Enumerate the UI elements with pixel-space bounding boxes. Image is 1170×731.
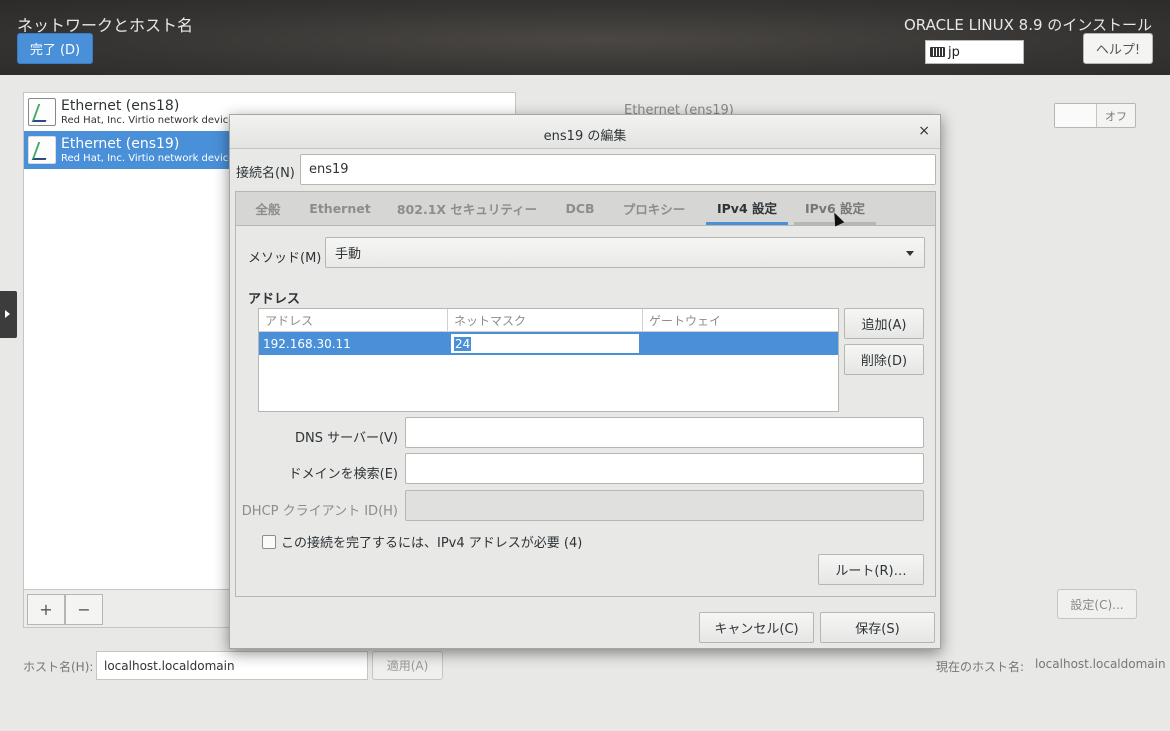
search-domains-input[interactable]: [405, 453, 924, 484]
method-dropdown[interactable]: 手動: [325, 237, 925, 268]
keyboard-layout-label: jp: [948, 44, 960, 60]
device-description: Red Hat, Inc. Virtio network device: [61, 114, 235, 126]
help-button[interactable]: ヘルプ!: [1083, 33, 1153, 64]
keyboard-icon: [930, 47, 945, 57]
column-header-gateway[interactable]: ゲートウェイ: [643, 309, 838, 331]
method-label: メソッド(M): [248, 251, 322, 266]
method-value: 手動: [335, 247, 362, 262]
toggle-knob: [1055, 104, 1097, 127]
header-bar: ネットワークとホスト名 完了 (D) ORACLE LINUX 8.9 のインス…: [0, 0, 1170, 75]
edit-connection-dialog: ens19 の編集 × 接続名(N) ens19 全般 Ethernet 802…: [229, 114, 941, 649]
tab-8021x-security[interactable]: 802.1X セキュリティー: [391, 192, 543, 225]
hostname-label: ホスト名(H):: [23, 660, 94, 674]
dns-servers-input[interactable]: [405, 417, 924, 448]
netmask-edit-field[interactable]: 24: [450, 333, 640, 354]
add-device-button[interactable]: +: [27, 594, 65, 625]
done-button[interactable]: 完了 (D): [17, 33, 93, 64]
tab-ethernet[interactable]: Ethernet: [302, 192, 378, 225]
connection-name-input[interactable]: ens19: [300, 154, 936, 185]
tab-general[interactable]: 全般: [246, 192, 290, 225]
column-header-address[interactable]: アドレス: [259, 309, 448, 331]
install-title: ORACLE LINUX 8.9 のインストール: [903, 16, 1152, 34]
connection-name-label: 接続名(N): [236, 166, 295, 181]
side-expander-icon[interactable]: [0, 291, 17, 338]
device-description: Red Hat, Inc. Virtio network device: [61, 152, 235, 164]
cell-gateway[interactable]: [643, 332, 838, 355]
device-name: Ethernet (ens18): [61, 97, 180, 114]
search-domains-label: ドメインを検索(E): [288, 467, 398, 482]
dns-servers-label: DNS サーバー(V): [294, 431, 398, 446]
delete-address-button[interactable]: 削除(D): [844, 344, 924, 375]
routes-button[interactable]: ルート(R)…: [818, 554, 924, 585]
remove-device-button[interactable]: −: [65, 594, 103, 625]
network-wired-icon: [28, 136, 56, 164]
device-name: Ethernet (ens19): [61, 135, 180, 152]
tab-bar: 全般 Ethernet 802.1X セキュリティー DCB プロキシー IPv…: [236, 192, 935, 226]
tab-proxy[interactable]: プロキシー: [617, 192, 691, 225]
netmask-selected-text: 24: [454, 336, 472, 351]
table-header: アドレス ネットマスク ゲートウェイ: [259, 309, 838, 332]
require-ipv4-label: この接続を完了するには、IPv4 アドレスが必要 (4): [281, 536, 583, 551]
apply-hostname-button[interactable]: 適用(A): [372, 651, 443, 680]
settings-notebook: 全般 Ethernet 802.1X セキュリティー DCB プロキシー IPv…: [235, 191, 936, 597]
table-row[interactable]: 192.168.30.11 24: [259, 332, 838, 355]
configure-button[interactable]: 設定(C)...: [1057, 589, 1137, 619]
checkbox-icon[interactable]: [262, 534, 276, 549]
dialog-title: ens19 の編集: [543, 129, 627, 144]
add-address-button[interactable]: 追加(A): [844, 308, 924, 339]
addresses-table[interactable]: アドレス ネットマスク ゲートウェイ 192.168.30.11 24: [258, 308, 839, 412]
addresses-heading: アドレス: [248, 292, 301, 307]
tab-ipv4-settings[interactable]: IPv4 設定: [706, 192, 788, 225]
current-hostname-value: localhost.localdomain: [1035, 657, 1166, 671]
dhcp-client-id-label: DHCP クライアント ID(H): [241, 504, 398, 519]
keyboard-layout-indicator[interactable]: jp: [925, 40, 1024, 64]
cancel-button[interactable]: キャンセル(C): [699, 612, 814, 643]
close-icon[interactable]: ×: [918, 123, 930, 139]
current-hostname-label: 現在のホスト名:: [936, 660, 1025, 674]
device-toggle[interactable]: オフ: [1054, 103, 1136, 128]
toggle-label: オフ: [1105, 110, 1127, 123]
network-wired-icon: [28, 98, 56, 126]
column-header-netmask[interactable]: ネットマスク: [448, 309, 643, 331]
require-ipv4-checkbox[interactable]: この接続を完了するには、IPv4 アドレスが必要 (4): [262, 532, 582, 551]
dialog-titlebar[interactable]: ens19 の編集 ×: [230, 115, 940, 149]
dhcp-client-id-input: [405, 490, 924, 521]
tab-dcb[interactable]: DCB: [558, 192, 602, 225]
hostname-input[interactable]: localhost.localdomain: [96, 651, 368, 680]
chevron-down-icon: [906, 251, 914, 256]
save-button[interactable]: 保存(S): [820, 612, 935, 643]
cell-address[interactable]: 192.168.30.11: [259, 332, 448, 355]
